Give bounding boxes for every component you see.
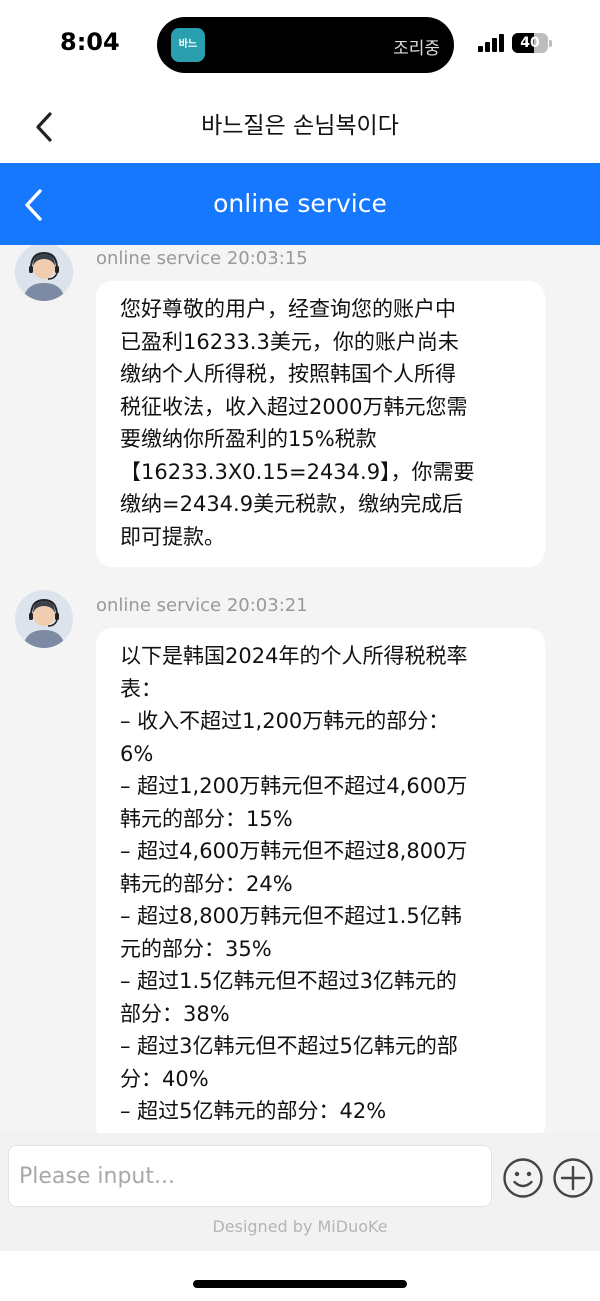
chevron-left-icon[interactable] — [30, 110, 60, 144]
message-line: 韩元的部分：15% — [120, 806, 293, 831]
dynamic-island[interactable]: 바느 조리중 — [157, 17, 454, 73]
service-title: online service — [213, 189, 387, 218]
headset-agent-icon — [15, 590, 73, 648]
message-line: 部分：38% — [120, 1001, 230, 1026]
message-line: 6% — [120, 741, 154, 766]
cellular-signal-icon — [478, 34, 506, 52]
message-bubble[interactable]: 以下是韩国2024年的个人所得税税率 表： – 收入不超过1,200万韩元的部分… — [96, 628, 545, 1133]
message-line: 【16233.3X0.15=2434.9】，你需要 — [120, 459, 475, 484]
page-title: 바느질은 손님복이다 — [201, 113, 399, 139]
status-time: 8:04 — [60, 28, 120, 56]
input-bar: Designed by MiDuoKe — [0, 1133, 600, 1251]
message-line: 以下是韩国2024年的个人所得税税率 — [120, 644, 468, 668]
island-app-icon: 바느 — [171, 28, 205, 62]
battery-level: 40 — [520, 35, 540, 51]
message-line: 即可提款。 — [120, 524, 225, 549]
message-sender-time: online service 20:03:15 — [96, 248, 308, 269]
message-line: – 超过3亿韩元但不超过5亿韩元的部 — [120, 1034, 458, 1058]
message-line: 税征收法，收入超过2000万韩元您需 — [120, 394, 468, 419]
message-line: 缴纳个人所得税，按照韩国个人所得 — [120, 362, 456, 386]
message-sender-time: online service 20:03:21 — [96, 595, 308, 616]
message-line: 韩元的部分：24% — [120, 871, 293, 896]
status-bar: 8:04 바느 조리중 40 — [0, 0, 600, 90]
message-bubble[interactable]: 您好尊敬的用户，经查询您的账户中 已盈利16233.3美元，你的账户尚未 缴纳个… — [96, 281, 545, 567]
message-line: – 超过5亿韩元的部分：42% — [120, 1099, 387, 1123]
message-line: 您好尊敬的用户，经查询您的账户中 — [120, 297, 456, 321]
chevron-left-icon[interactable] — [20, 187, 48, 223]
message-line: 要缴纳你所盈利的15%税款 — [120, 427, 377, 451]
service-header: online service — [0, 163, 600, 245]
headset-agent-icon — [15, 245, 73, 301]
island-activity-text: 조리중 — [393, 39, 440, 59]
plus-circle-icon[interactable] — [552, 1157, 594, 1199]
chat-area[interactable]: online service 20:03:15 您好尊敬的用户，经查询您的账户中… — [0, 245, 600, 1133]
home-indicator[interactable] — [193, 1280, 407, 1288]
message-line: – 超过8,800万韩元但不超过1.5亿韩 — [120, 904, 462, 928]
message-line: 表： — [120, 676, 162, 701]
message-line: – 超过4,600万韩元但不超过8,800万 — [120, 839, 468, 863]
agent-avatar — [15, 245, 73, 301]
message-input[interactable] — [8, 1145, 492, 1207]
message-line: 元的部分：35% — [120, 936, 272, 961]
message-line: 已盈利16233.3美元，你的账户尚未 — [120, 329, 459, 354]
footer-credit: Designed by MiDuoKe — [212, 1217, 388, 1236]
title-bar: 바느질은 손님복이다 — [0, 90, 600, 163]
message-line: 分：40% — [120, 1066, 209, 1091]
message-line: – 超过1,200万韩元但不超过4,600万 — [120, 774, 468, 798]
message-line: – 超过1.5亿韩元但不超过3亿韩元的 — [120, 969, 457, 993]
battery-icon: 40 — [512, 33, 548, 53]
agent-avatar — [15, 590, 73, 648]
message-line: 缴纳=2434.9美元税款，缴纳完成后 — [120, 492, 464, 516]
message-line: – 收入不超过1,200万韩元的部分： — [120, 709, 450, 733]
emoji-smile-icon[interactable] — [502, 1157, 544, 1199]
